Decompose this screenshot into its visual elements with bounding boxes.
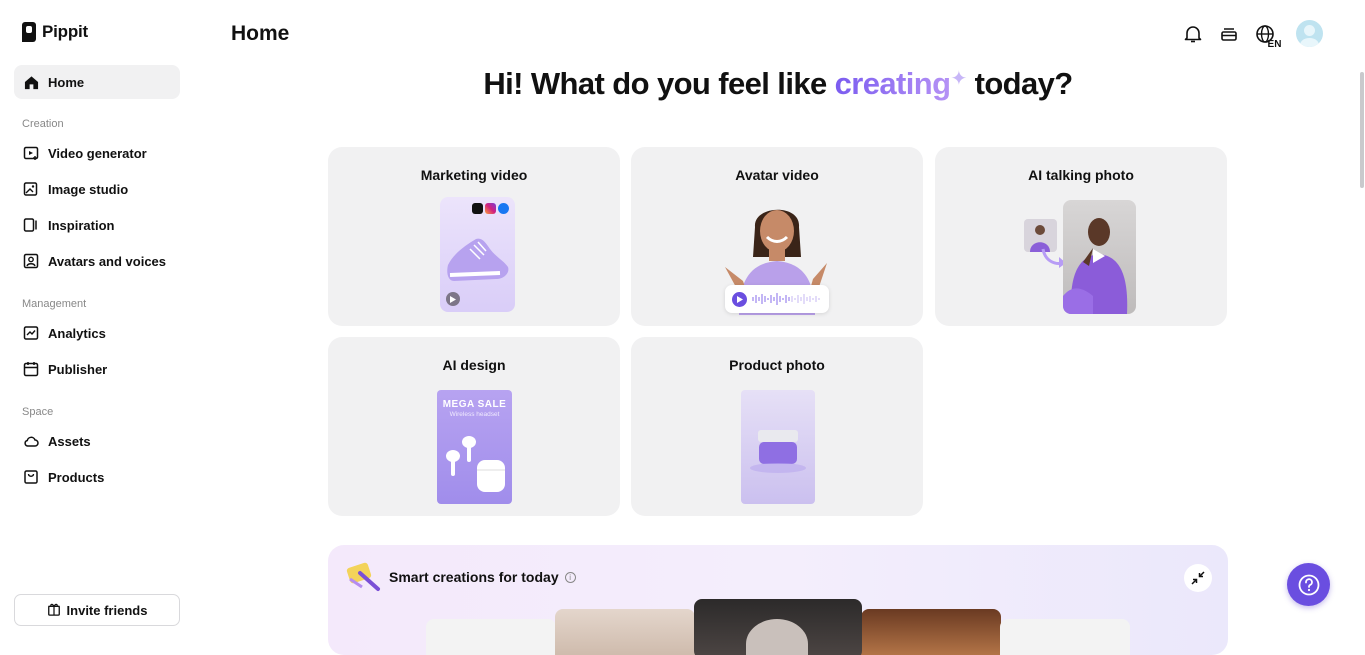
gift-icon [47, 602, 61, 619]
analytics-icon [23, 325, 39, 341]
sidebar: Pippit Home Creation Video generator Ima… [0, 0, 196, 640]
facebook-icon [498, 203, 509, 214]
smart-creations-panel: Smart creations for today i [328, 545, 1228, 655]
pippit-logo-icon [22, 22, 36, 42]
home-icon [23, 74, 39, 90]
sidebar-item-label: Home [48, 74, 85, 90]
app-name: Pippit [42, 22, 89, 41]
hero-headline: Hi! What do you feel like creating✦ toda… [328, 66, 1228, 102]
play-icon [732, 291, 747, 307]
info-icon[interactable]: i [564, 571, 576, 583]
audio-waveform-player [725, 285, 829, 313]
card-product-photo[interactable]: Product photo [631, 337, 923, 516]
image-icon [23, 181, 39, 197]
card-ai-design[interactable]: AI design MEGA SALE Wireless headset [328, 337, 620, 516]
product-photo-thumbnail [741, 390, 815, 504]
cream-jar-image [750, 430, 806, 473]
smart-creations-title: Smart creations for today i [389, 569, 576, 585]
sneaker-image [447, 238, 509, 281]
social-icons [472, 203, 509, 214]
help-button[interactable] [1287, 563, 1330, 606]
section-space: Space [22, 406, 54, 418]
play-icon [446, 292, 460, 306]
sidebar-item-video-generator[interactable]: Video generator [14, 136, 180, 170]
sidebar-item-analytics[interactable]: Analytics [14, 316, 180, 350]
card-avatar-video[interactable]: Avatar video [631, 147, 923, 326]
sidebar-item-inspiration[interactable]: Inspiration [14, 208, 180, 242]
sidebar-item-label: Inspiration [48, 217, 115, 233]
app-logo[interactable]: Pippit [22, 22, 88, 42]
instagram-icon [485, 203, 496, 214]
sidebar-item-avatars-voices[interactable]: Avatars and voices [14, 244, 180, 278]
section-management: Management [22, 298, 87, 310]
help-icon [1298, 574, 1319, 595]
smart-thumbnail-featured[interactable] [694, 599, 862, 655]
card-title: AI talking photo [1028, 167, 1134, 183]
hero-prefix: Hi! What do you feel like [483, 66, 835, 101]
smart-creations-label: Smart creations for today [389, 569, 559, 585]
sidebar-item-label: Video generator [48, 145, 147, 161]
thumb-headline: MEGA SALE [442, 399, 507, 410]
video-add-icon [23, 145, 39, 161]
sidebar-item-label: Avatars and voices [48, 253, 167, 269]
smart-thumbnail[interactable] [1000, 619, 1130, 655]
card-title: Product photo [729, 357, 825, 373]
page-title: Home [231, 22, 290, 45]
inspiration-icon [23, 217, 39, 233]
cloud-icon [23, 433, 39, 449]
ai-design-thumbnail: MEGA SALE Wireless headset [437, 390, 512, 504]
sidebar-item-home[interactable]: Home [14, 65, 180, 99]
bag-icon [23, 469, 39, 485]
user-avatar[interactable] [1296, 20, 1323, 47]
sidebar-item-label: Products [48, 469, 105, 485]
invite-label: Invite friends [66, 602, 148, 618]
sidebar-item-label: Analytics [48, 325, 106, 341]
language-code: EN [1267, 38, 1282, 50]
subscription-icon[interactable] [1218, 21, 1240, 47]
invite-friends-button[interactable]: Invite friends [14, 594, 180, 626]
section-creation: Creation [22, 118, 64, 130]
language-selector[interactable]: EN [1254, 21, 1282, 50]
sparkle-icon: ✦ [950, 68, 967, 90]
avatar-icon [23, 253, 39, 269]
sidebar-item-label: Publisher [48, 361, 108, 377]
marketing-video-thumbnail [440, 197, 515, 312]
card-ai-talking-photo[interactable]: AI talking photo [935, 147, 1227, 326]
sidebar-item-label: Assets [48, 433, 91, 449]
scrollbar-thumb[interactable] [1360, 72, 1364, 188]
sidebar-item-label: Image studio [48, 181, 129, 197]
hero-suffix: today? [966, 66, 1074, 101]
magic-broom-icon [346, 562, 380, 591]
smart-thumbnail[interactable] [861, 609, 1001, 655]
sidebar-item-publisher[interactable]: Publisher [14, 352, 180, 386]
thumb-subline: Wireless headset [449, 411, 500, 418]
sidebar-item-image-studio[interactable]: Image studio [14, 172, 180, 206]
calendar-icon [23, 361, 39, 377]
tiktok-icon [472, 203, 483, 214]
card-title: AI design [442, 357, 506, 373]
notification-bell-icon[interactable] [1182, 21, 1204, 47]
sidebar-item-products[interactable]: Products [14, 460, 180, 494]
earbuds-image [446, 436, 505, 492]
collapse-button[interactable] [1184, 564, 1212, 592]
card-title: Avatar video [735, 167, 819, 183]
card-marketing-video[interactable]: Marketing video [328, 147, 620, 326]
play-icon [1093, 249, 1105, 263]
sidebar-item-assets[interactable]: Assets [14, 424, 180, 458]
portrait-shape [746, 619, 808, 655]
hero-accent-word: creating [834, 66, 951, 101]
collapse-icon [1191, 571, 1205, 585]
card-title: Marketing video [420, 167, 528, 183]
smart-thumbnail[interactable] [555, 609, 695, 655]
talking-photo-thumbnail [1063, 200, 1136, 314]
top-toolbar: EN [1182, 20, 1323, 50]
smart-thumbnail[interactable] [426, 619, 556, 655]
waveform-icon [752, 293, 820, 305]
